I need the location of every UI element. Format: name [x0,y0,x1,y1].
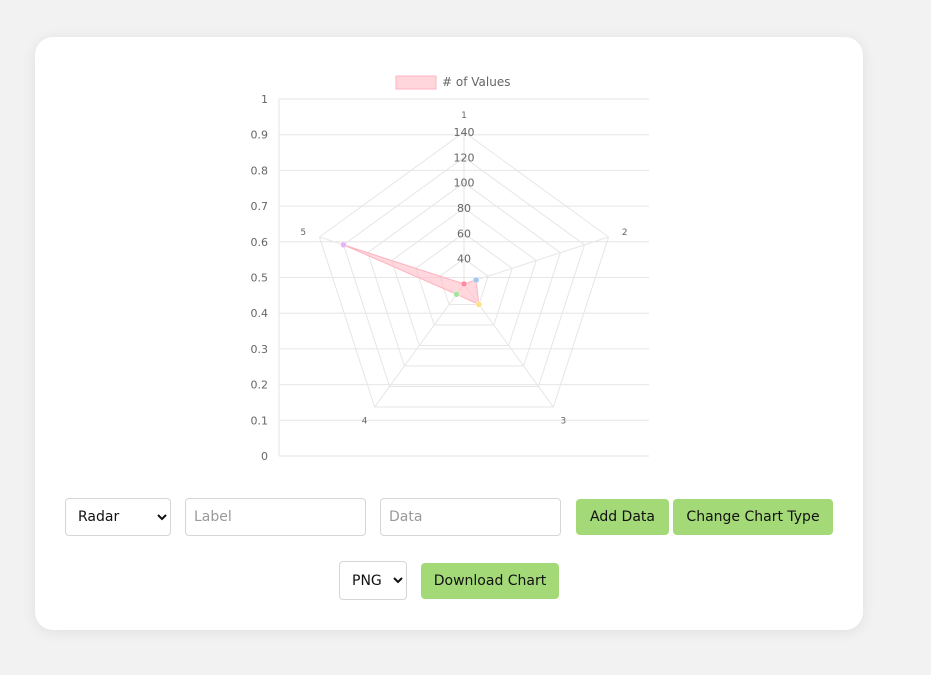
y-tick-label: 0.5 [251,272,269,285]
y-tick-label: 0.8 [251,164,269,177]
y-tick-label: 0.2 [251,379,269,392]
y-tick-label: 0.7 [251,200,269,213]
radar-tick-label: 60 [457,227,471,240]
radar-spoke [463,236,609,285]
radar-axis-label: 4 [362,417,368,427]
legend-label: # of Values [442,75,510,89]
add-data-button[interactable]: Add Data [576,499,669,535]
data-point [340,241,347,249]
data-point [475,301,483,308]
radar-tick-label: 120 [454,151,475,164]
y-tick-label: 0 [261,450,268,463]
y-tick-label: 0.6 [251,236,269,249]
y-tick-label: 0.1 [251,414,269,427]
radar-axis-label: 2 [622,228,628,238]
y-tick-label: 0.4 [251,307,269,320]
y-tick-label: 0.3 [251,343,269,356]
data-input[interactable] [380,498,561,536]
radar-axis-label: 1 [461,111,467,121]
data-point [472,276,480,284]
radar-tick-label: 140 [454,126,475,139]
radar-axis-label: 5 [300,228,306,238]
data-point [460,280,468,288]
y-tick-label: 0.9 [251,129,269,142]
data-point [453,290,460,298]
change-chart-type-button[interactable]: Change Chart Type [673,499,833,535]
y-tick-label: 1 [261,93,268,106]
radar-tick-label: 100 [454,177,475,190]
radar-chart: 0 0.1 0.2 0.3 0.4 0.5 0.6 0.7 0.8 0.9 1 # of Values… [251,75,649,463]
label-input[interactable] [185,498,366,536]
download-chart-button[interactable]: Download Chart [421,563,559,599]
radar-tick-label: 80 [457,202,471,215]
chart-type-select[interactable]: Radar [65,498,171,536]
radar-axis-label: 3 [560,417,566,427]
format-select[interactable]: PNG [339,561,407,600]
radar-tick-label: 40 [457,253,471,266]
legend-swatch [395,75,437,90]
chart-card: 0 0.1 0.2 0.3 0.4 0.5 0.6 0.7 0.8 0.9 1 # of Values… [35,37,863,630]
